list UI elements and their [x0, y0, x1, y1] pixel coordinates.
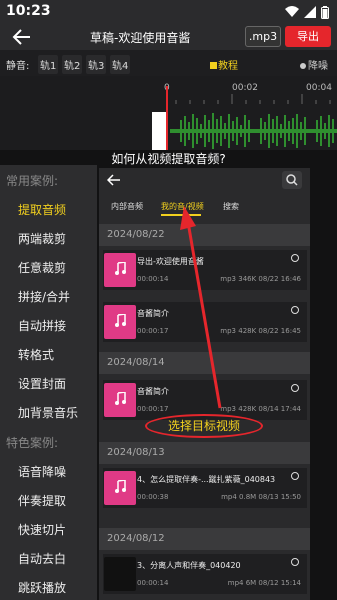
music-note-icon	[115, 314, 126, 327]
file-item[interactable]: 音酱简介 00:00:17 mp3 428K 08/22 16:45	[103, 302, 307, 342]
select-radio[interactable]	[291, 472, 299, 480]
file-name: 4、怎么提取伴奏-...蹴扎紫薇_040843	[137, 475, 276, 484]
menu-item-extract-audio[interactable]: 提取音频	[18, 201, 66, 218]
file-meta: mp3 428K 08/14 17:44	[220, 405, 301, 413]
title-bar: 草稿-欢迎使用音酱 .mp3 导出	[0, 24, 337, 50]
file-meta: mp4 6M 08/12 15:14	[227, 579, 301, 587]
tick-label: 00:04	[306, 83, 332, 93]
playhead[interactable]	[166, 86, 168, 150]
select-radio[interactable]	[291, 558, 299, 566]
menu-item-free-cut[interactable]: 任意裁剪	[18, 259, 66, 276]
date-header: 2024/08/12	[99, 528, 310, 550]
music-note-icon	[115, 480, 126, 493]
file-picker-panel: 内部音频 我的音/视频 搜索 2024/08/22 导出-欢迎使用音酱 00:0…	[99, 168, 310, 600]
tutorial-label: 教程	[218, 61, 238, 72]
menu-item-remove-silence[interactable]: 自动去白	[18, 550, 66, 567]
music-note-icon	[115, 262, 126, 275]
radio-icon	[300, 63, 306, 69]
battery-icon	[321, 5, 329, 19]
file-meta: mp3 428K 08/22 16:45	[220, 327, 301, 335]
tab-internal-audio[interactable]: 内部音频	[111, 201, 143, 212]
menu-item-convert-format[interactable]: 转格式	[18, 346, 54, 363]
track-tab-1[interactable]: 轨1	[38, 55, 59, 74]
page-title: 草稿-欢迎使用音酱	[90, 31, 191, 45]
wifi-icon	[285, 6, 299, 17]
file-name: 音酱简介	[137, 309, 169, 318]
common-cases-header: 常用案例:	[6, 174, 59, 188]
menu-item-quick-slice[interactable]: 快速切片	[18, 521, 66, 538]
track-tab-4[interactable]: 轨4	[110, 55, 131, 74]
back-arrow-icon[interactable]	[12, 28, 32, 46]
audio-thumbnail	[104, 383, 136, 417]
audio-thumbnail	[104, 253, 136, 287]
back-arrow-icon[interactable]	[107, 173, 121, 187]
track-toolbar: 静音: 轨1 轨2 轨3 轨4 教程 降噪	[0, 50, 337, 76]
file-name: 导出-欢迎使用音酱	[137, 257, 204, 266]
tutorial-link[interactable]: 教程	[210, 57, 238, 72]
tick-label: 00:02	[232, 83, 258, 93]
special-cases-header: 特色案例:	[6, 436, 59, 450]
timeline[interactable]: 0 00:02 00:04	[0, 76, 337, 150]
file-item[interactable]: 3、分离人声和伴奏_040420 00:00:14 mp4 6M 08/12 1…	[103, 554, 307, 594]
tab-my-media[interactable]: 我的音/视频	[161, 201, 204, 212]
audio-thumbnail	[104, 471, 136, 505]
file-duration: 00:00:14	[137, 579, 169, 587]
video-thumbnail	[104, 557, 136, 591]
export-button[interactable]: 导出	[285, 26, 331, 47]
denoise-label: 降噪	[308, 61, 328, 72]
format-button[interactable]: .mp3	[245, 26, 281, 47]
clock: 10:23	[6, 3, 51, 19]
file-item[interactable]: 4、怎么提取伴奏-...蹴扎紫薇_040843 00:00:38 mp4 0.8…	[103, 468, 307, 508]
status-bar: 10:23	[0, 0, 337, 24]
tutorial-icon	[210, 62, 217, 69]
menu-item-trim-ends[interactable]: 两端裁剪	[18, 230, 66, 247]
file-name: 音酱简介	[137, 387, 169, 396]
menu-item-auto-merge[interactable]: 自动拼接	[18, 317, 66, 334]
file-item[interactable]: 导出-欢迎使用音酱 00:00:14 mp3 346K 08/22 16:46	[103, 250, 307, 290]
track-tab-2[interactable]: 轨2	[62, 55, 83, 74]
select-radio[interactable]	[291, 306, 299, 314]
file-name: 3、分离人声和伴奏_040420	[137, 561, 241, 570]
file-duration: 00:00:17	[137, 327, 169, 335]
date-header: 2024/08/13	[99, 442, 310, 464]
mute-label[interactable]: 静音:	[4, 55, 31, 74]
menu-item-skip-play[interactable]: 跳跃播放	[18, 579, 66, 596]
denoise-toggle[interactable]: 降噪	[300, 57, 328, 72]
track-tab-3[interactable]: 轨3	[86, 55, 107, 74]
selection-handle[interactable]	[152, 112, 166, 150]
file-duration: 00:00:14	[137, 275, 169, 283]
date-header: 2024/08/22	[99, 224, 310, 246]
tab-search[interactable]: 搜索	[223, 201, 239, 212]
case-menu: 常用案例: 提取音频 两端裁剪 任意裁剪 拼接/合并 自动拼接 转格式 设置封面…	[0, 165, 97, 600]
file-meta: mp4 0.8M 08/13 15:50	[221, 493, 301, 501]
menu-item-accompaniment[interactable]: 伴奏提取	[18, 492, 66, 509]
file-duration: 00:00:38	[137, 493, 169, 501]
waveform[interactable]	[170, 112, 337, 150]
status-icons	[285, 5, 329, 19]
audio-thumbnail	[104, 305, 136, 339]
file-meta: mp3 346K 08/22 16:46	[220, 275, 301, 283]
search-icon	[286, 174, 298, 186]
select-radio[interactable]	[291, 254, 299, 262]
file-duration: 00:00:17	[137, 405, 169, 413]
menu-item-voice-denoise[interactable]: 语音降噪	[18, 463, 66, 480]
menu-item-add-bgm[interactable]: 加背景音乐	[18, 404, 78, 421]
search-button[interactable]	[282, 171, 302, 189]
date-header: 2024/08/14	[99, 352, 310, 374]
active-tab-indicator	[161, 214, 201, 216]
menu-item-merge[interactable]: 拼接/合并	[18, 288, 70, 305]
select-target-video-callout: 选择目标视频	[145, 414, 263, 438]
music-note-icon	[115, 392, 126, 405]
time-ruler	[175, 94, 331, 104]
select-radio[interactable]	[291, 384, 299, 392]
signal-icon	[304, 6, 316, 18]
menu-item-set-cover[interactable]: 设置封面	[18, 375, 66, 392]
